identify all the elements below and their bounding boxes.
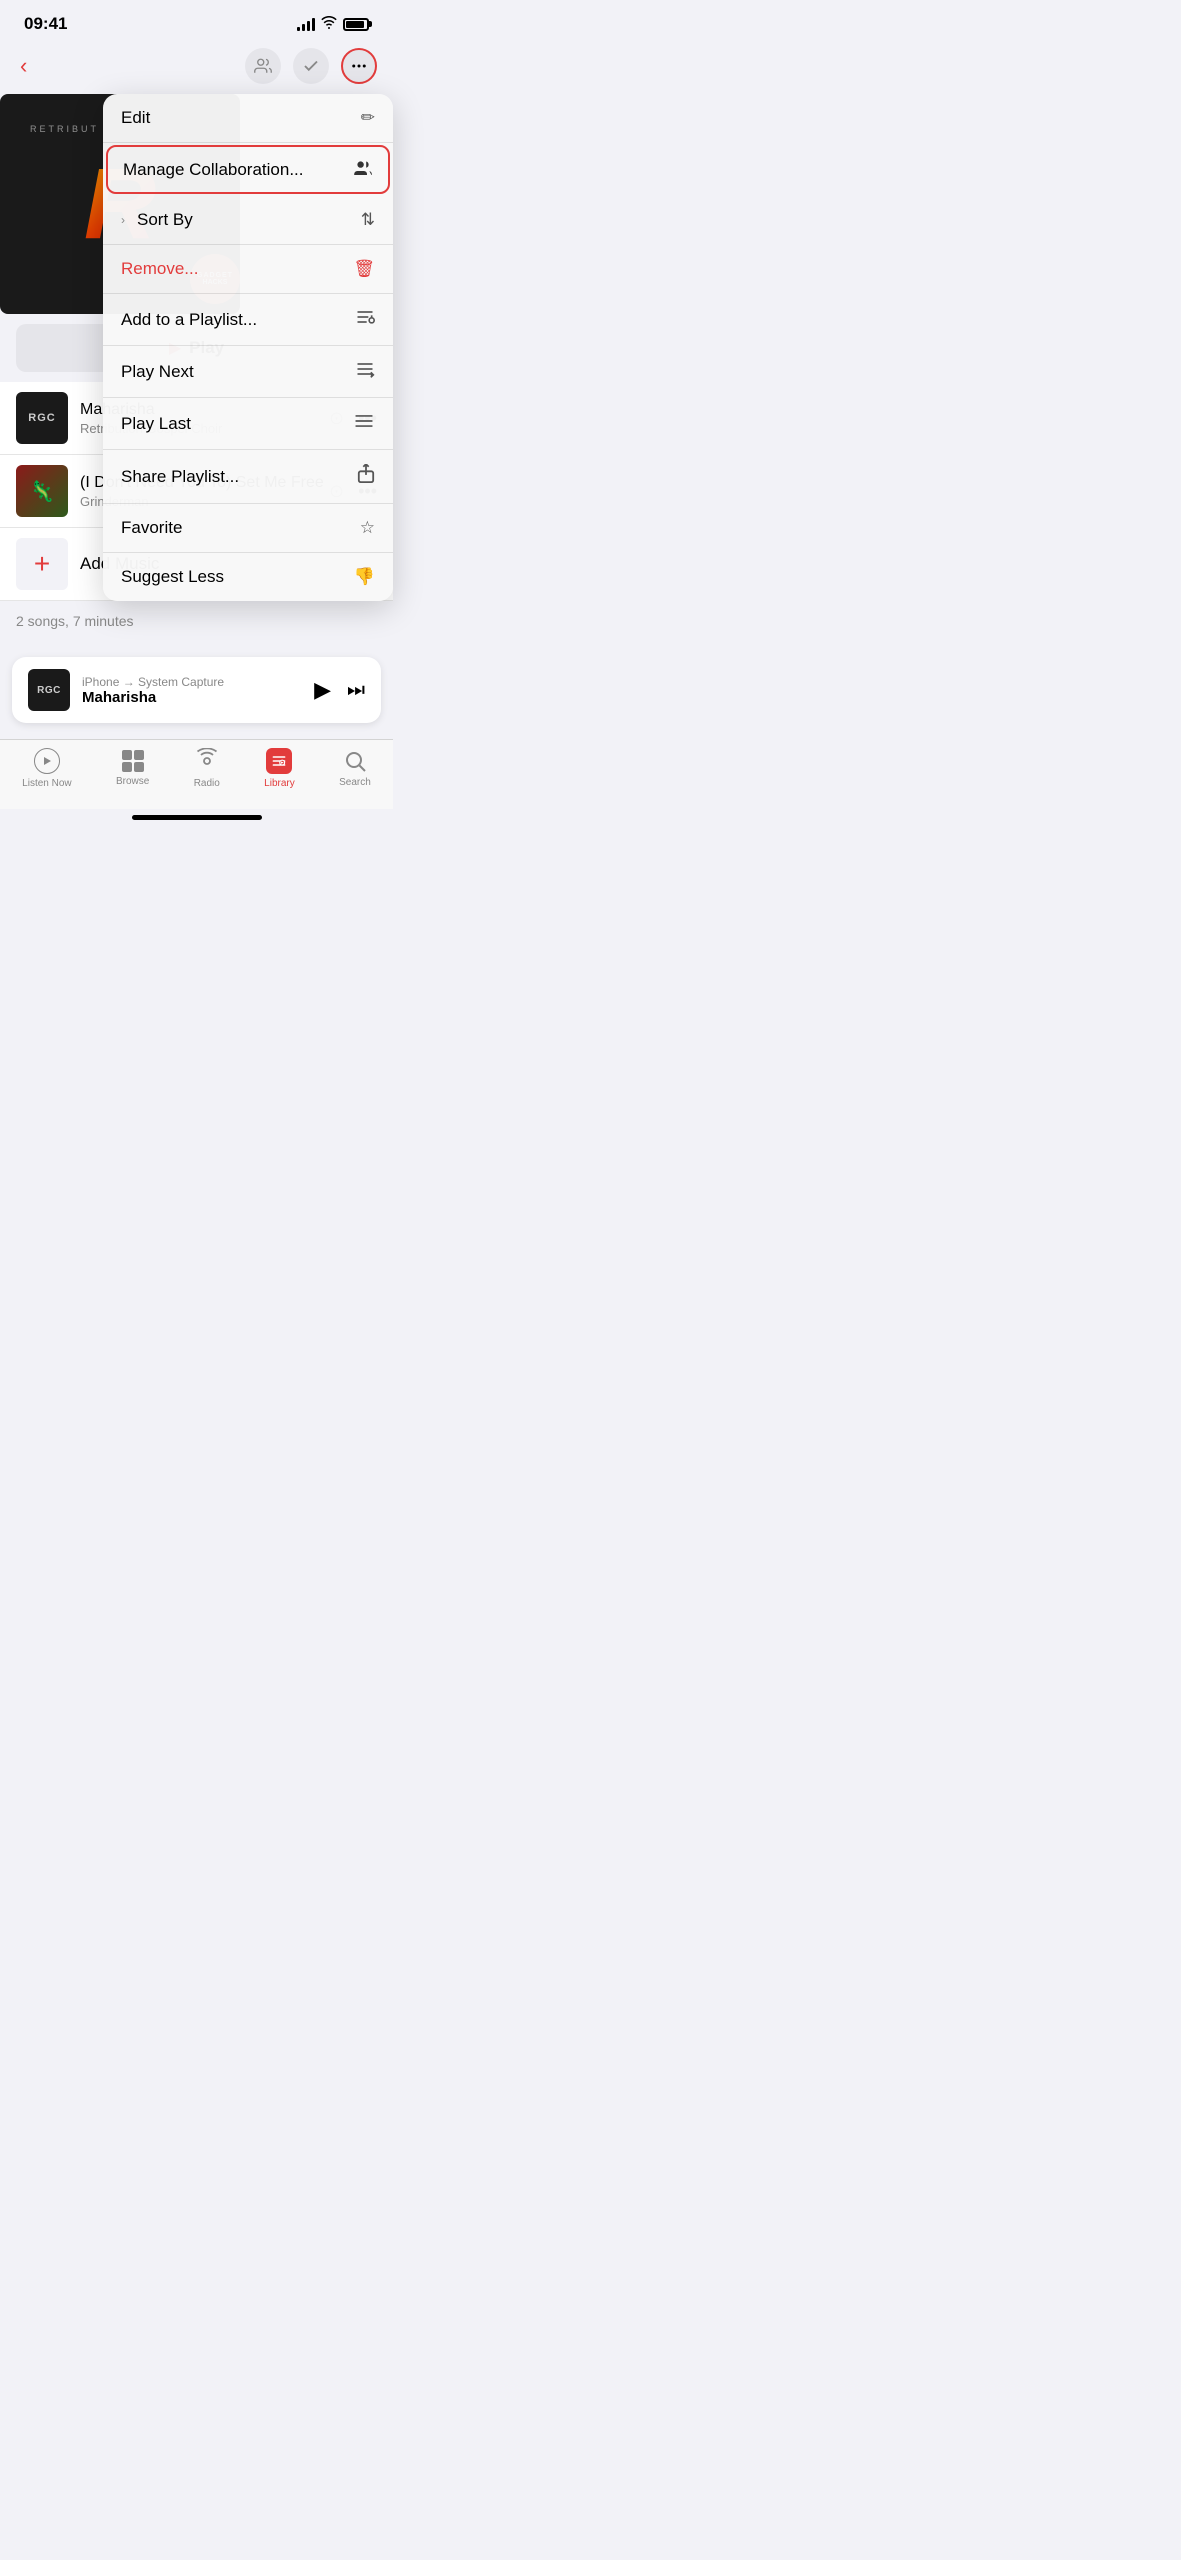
- menu-item-favorite[interactable]: Favorite ☆: [103, 504, 393, 553]
- menu-item-remove[interactable]: Remove... 🗑: [103, 245, 393, 294]
- menu-item-sort-left: › Sort By: [121, 210, 193, 230]
- tab-listen-now-label: Listen Now: [22, 778, 71, 789]
- battery-icon: [343, 18, 369, 31]
- radio-icon: [194, 748, 220, 774]
- people-button[interactable]: [245, 48, 281, 84]
- tab-browse-label: Browse: [116, 776, 149, 787]
- context-menu: Edit ✏ Manage Collaboration... › Sort By…: [103, 94, 393, 601]
- search-icon: [343, 749, 367, 773]
- album-section: RETRIBUT R GADGET HACKS Edit ✏ Manage Co…: [0, 94, 393, 314]
- menu-item-play-last[interactable]: Play Last: [103, 398, 393, 450]
- more-button[interactable]: [341, 48, 377, 84]
- menu-item-add-playlist[interactable]: Add to a Playlist...: [103, 294, 393, 346]
- mini-play-button[interactable]: ▶: [314, 677, 331, 703]
- menu-play-next-icon: [355, 360, 375, 383]
- library-icon: [266, 748, 292, 774]
- menu-item-sort-label: Sort By: [137, 210, 193, 230]
- menu-play-last-icon: [353, 412, 375, 435]
- menu-add-playlist-icon: [355, 308, 375, 331]
- menu-item-collaboration-label: Manage Collaboration...: [123, 160, 304, 180]
- status-time: 09:41: [24, 14, 67, 34]
- tab-radio[interactable]: Radio: [194, 748, 220, 789]
- back-button[interactable]: ‹: [16, 49, 31, 83]
- menu-item-share-playlist[interactable]: Share Playlist...: [103, 450, 393, 504]
- browse-icon: [122, 750, 144, 772]
- listen-now-icon: [34, 748, 60, 774]
- menu-item-remove-label: Remove...: [121, 259, 198, 279]
- album-art-sublabel: RETRIBUT: [30, 124, 99, 134]
- menu-item-favorite-label: Favorite: [121, 518, 182, 538]
- menu-item-sort-by[interactable]: › Sort By ⇅: [103, 196, 393, 245]
- mini-forward-button[interactable]: ⏭: [347, 679, 365, 702]
- songs-info: 2 songs, 7 minutes: [0, 601, 393, 641]
- menu-item-play-last-label: Play Last: [121, 414, 191, 434]
- mini-player-thumb: RGC: [28, 669, 70, 711]
- tab-bar: Listen Now Browse Radio: [0, 739, 393, 809]
- status-icons: [297, 16, 369, 33]
- tab-library-label: Library: [264, 778, 295, 789]
- mini-capture-text: iPhone → System Capture: [82, 675, 302, 689]
- menu-item-manage-collaboration[interactable]: Manage Collaboration...: [106, 145, 390, 194]
- menu-item-suggest-less[interactable]: Suggest Less 👎: [103, 553, 393, 601]
- more-dots-icon: [350, 57, 368, 75]
- menu-item-edit-label: Edit: [121, 108, 150, 128]
- menu-suggest-less-icon: 👎: [354, 567, 375, 587]
- sort-chevron-icon: ›: [121, 213, 125, 227]
- check-button[interactable]: [293, 48, 329, 84]
- menu-edit-icon: ✏: [361, 108, 375, 128]
- menu-share-icon: [357, 464, 375, 489]
- mini-player[interactable]: RGC iPhone → System Capture Maharisha ▶ …: [12, 657, 381, 723]
- tab-search[interactable]: Search: [339, 749, 371, 788]
- wifi-icon: [321, 16, 337, 33]
- header: ‹: [0, 42, 393, 94]
- track-thumb-img-0: RGC: [16, 392, 68, 444]
- menu-item-edit[interactable]: Edit ✏: [103, 94, 393, 143]
- menu-item-play-next[interactable]: Play Next: [103, 346, 393, 398]
- menu-item-play-next-label: Play Next: [121, 362, 194, 382]
- signal-icon: [297, 17, 315, 31]
- mini-player-title: Maharisha: [82, 689, 302, 706]
- track-thumb-0: RGC: [16, 392, 68, 444]
- menu-item-share-label: Share Playlist...: [121, 467, 239, 487]
- mini-player-info: iPhone → System Capture Maharisha: [82, 675, 302, 706]
- tab-library[interactable]: Library: [264, 748, 295, 789]
- status-bar: 09:41: [0, 0, 393, 42]
- menu-sort-icon: ⇅: [361, 210, 375, 230]
- check-icon: [302, 57, 320, 75]
- tab-search-label: Search: [339, 777, 371, 788]
- tab-radio-label: Radio: [194, 778, 220, 789]
- menu-item-suggest-less-label: Suggest Less: [121, 567, 224, 587]
- menu-collaboration-icon: [353, 159, 373, 180]
- menu-remove-icon: 🗑: [353, 259, 375, 279]
- header-actions: [245, 48, 377, 84]
- menu-favorite-icon: ☆: [360, 518, 375, 538]
- menu-item-add-playlist-label: Add to a Playlist...: [121, 310, 257, 330]
- add-music-plus-icon: +: [16, 538, 68, 590]
- songs-info-text: 2 songs, 7 minutes: [16, 613, 134, 629]
- mini-thumb-label: RGC: [37, 685, 61, 696]
- people-icon: [254, 57, 272, 75]
- tab-listen-now[interactable]: Listen Now: [22, 748, 71, 789]
- mini-controls: ▶ ⏭: [314, 677, 365, 703]
- track-thumb-1: 🦎: [16, 465, 68, 517]
- tab-browse[interactable]: Browse: [116, 750, 149, 787]
- track-thumb-img-1: 🦎: [16, 465, 68, 517]
- home-indicator: [132, 815, 262, 820]
